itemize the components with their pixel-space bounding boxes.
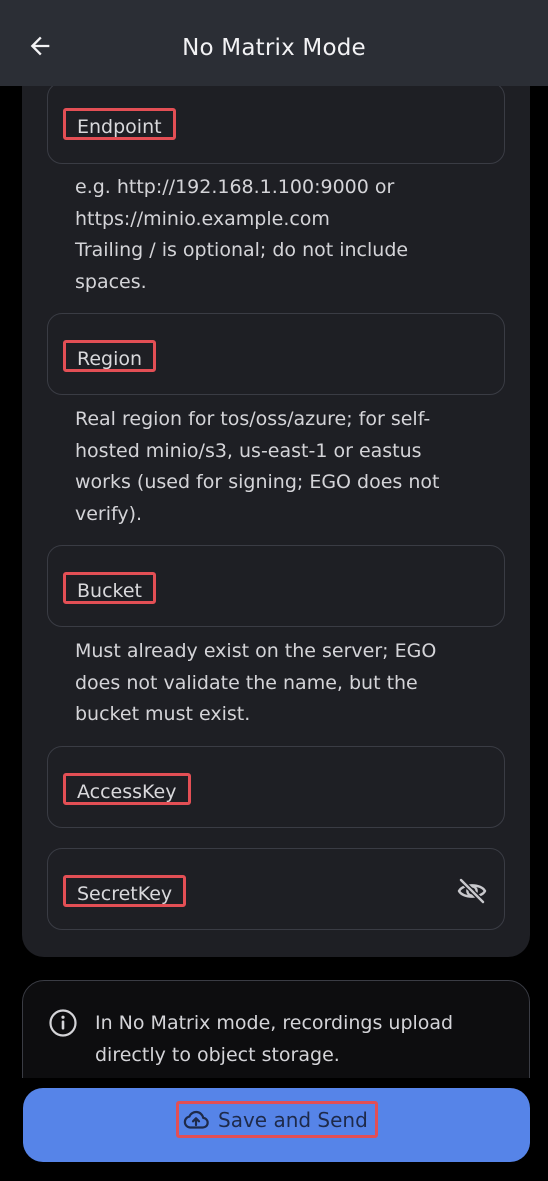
endpoint-label: Endpoint xyxy=(63,108,176,140)
page-title: No Matrix Mode xyxy=(182,35,366,61)
info-icon xyxy=(49,1009,77,1037)
helper-line: spaces. xyxy=(75,270,147,293)
helper-line: e.g. http://192.168.1.100:9000 or xyxy=(75,176,395,198)
access-key-label: AccessKey xyxy=(63,773,191,805)
cloud-upload-icon xyxy=(183,1110,209,1129)
helper-line: hosted minio/s3, us-east-1 or eastus xyxy=(75,439,422,462)
toggle-secret-visibility-button[interactable] xyxy=(452,874,492,908)
info-line: In No Matrix mode, recordings upload xyxy=(95,1012,454,1034)
save-and-send-content[interactable]: Save and Send xyxy=(176,1101,378,1138)
helper-line: Real region for tos/oss/azure; for self- xyxy=(75,408,431,430)
top-app-bar: No Matrix Mode xyxy=(0,0,548,86)
bucket-label: Bucket xyxy=(63,572,156,604)
endpoint-helper-text: e.g. http://192.168.1.100:9000 or https:… xyxy=(75,172,505,298)
helper-line: https://minio.example.com xyxy=(75,207,330,230)
info-text: In No Matrix mode, recordings upload dir… xyxy=(95,1007,515,1071)
secret-key-label: SecretKey xyxy=(63,875,187,907)
helper-line: bucket must exist. xyxy=(75,703,251,725)
bucket-helper-text: Must already exist on the server; EGO do… xyxy=(75,636,505,731)
helper-line: Must already exist on the server; EGO xyxy=(75,640,437,662)
helper-line: works (used for signing; EGO does not xyxy=(75,471,440,493)
info-line: directly to object storage. xyxy=(95,1044,340,1066)
region-helper-text: Real region for tos/oss/azure; for self-… xyxy=(75,404,505,530)
region-label: Region xyxy=(63,340,157,372)
helper-line: Trailing / is optional; do not include xyxy=(75,239,409,261)
eye-off-icon xyxy=(457,878,487,904)
save-and-send-label: Save and Send xyxy=(218,1107,368,1132)
helper-line: verify). xyxy=(75,502,143,525)
helper-line: does not validate the name, but the xyxy=(75,671,418,694)
